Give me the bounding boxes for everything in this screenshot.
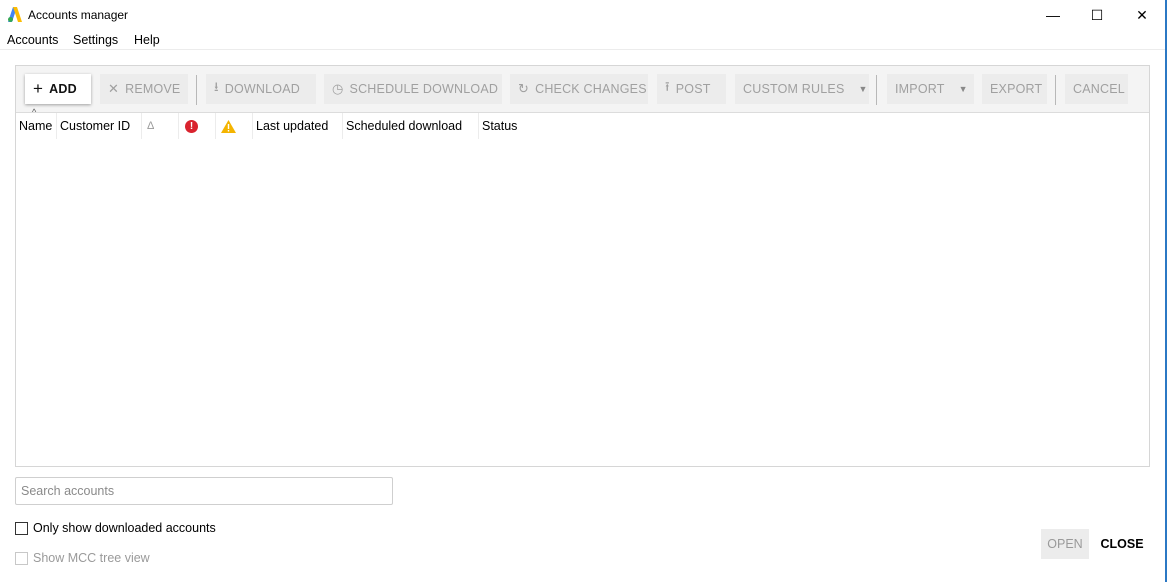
accounts-manager-window: Accounts manager — ☐ ✕ Accounts Settings…: [0, 0, 1167, 582]
mcc-tree-checkbox: [15, 551, 28, 565]
post-label: POST: [675, 82, 711, 96]
search-input[interactable]: [15, 477, 393, 505]
export-label: EXPORT: [990, 82, 1043, 96]
delta-icon: Δ: [147, 120, 155, 132]
clock-icon: ◷: [332, 81, 344, 96]
column-errors[interactable]: !: [179, 113, 216, 139]
custom-rules-button[interactable]: CUSTOM RULES ▼: [735, 74, 869, 104]
cancel-label: CANCEL: [1073, 82, 1125, 96]
accounts-table-body[interactable]: [16, 139, 1149, 466]
table-header: ^ Name Customer ID Δ ! Last updated Sche…: [16, 107, 1149, 139]
download-button[interactable]: ⭳ DOWNLOAD: [206, 74, 316, 104]
add-button[interactable]: + ADD: [25, 74, 91, 104]
import-label: IMPORT: [895, 82, 945, 96]
menu-settings[interactable]: Settings: [73, 33, 118, 47]
menu-help[interactable]: Help: [134, 33, 160, 47]
download-label: DOWNLOAD: [224, 82, 300, 96]
remove-label: REMOVE: [125, 82, 181, 96]
minimize-button[interactable]: —: [1030, 0, 1076, 30]
toolbar-separator: [1055, 75, 1056, 105]
check-changes-label: CHECK CHANGES: [535, 82, 647, 96]
upload-icon: ⭱: [665, 79, 670, 94]
maximize-button[interactable]: ☐: [1074, 0, 1120, 30]
close-button[interactable]: CLOSE: [1095, 529, 1149, 559]
post-button[interactable]: ⭱ POST: [657, 74, 726, 104]
accounts-panel: + ADD ✕ REMOVE ⭳ DOWNLOAD ◷ SCHEDULE DOW…: [15, 65, 1150, 467]
title-bar: Accounts manager — ☐ ✕: [0, 0, 1165, 30]
plus-icon: +: [33, 79, 44, 98]
error-icon: !: [185, 119, 198, 133]
maximize-icon: ☐: [1090, 6, 1104, 23]
minimize-icon: —: [1046, 7, 1060, 23]
toolbar-separator: [876, 75, 877, 105]
close-window-button[interactable]: ✕: [1119, 0, 1165, 30]
export-button[interactable]: EXPORT: [982, 74, 1047, 104]
window-title: Accounts manager: [28, 8, 129, 22]
cancel-button[interactable]: CANCEL: [1065, 74, 1128, 104]
column-name[interactable]: ^ Name: [16, 107, 57, 139]
column-label: Customer ID: [60, 119, 131, 133]
menu-accounts[interactable]: Accounts: [7, 33, 58, 47]
column-label: Last updated: [256, 119, 329, 133]
menu-bar: Accounts Settings Help: [0, 30, 1165, 50]
column-label: Name: [19, 119, 53, 133]
chevron-down-icon: ▼: [958, 84, 968, 94]
column-label: Scheduled download: [346, 119, 463, 133]
custom-rules-label: CUSTOM RULES: [743, 82, 845, 96]
column-scheduled-download[interactable]: Scheduled download: [343, 113, 479, 139]
only-downloaded-checkbox[interactable]: [15, 521, 28, 535]
only-downloaded-checkbox-row[interactable]: Only show downloaded accounts: [15, 521, 216, 535]
schedule-download-button[interactable]: ◷ SCHEDULE DOWNLOAD: [324, 74, 502, 104]
schedule-download-label: SCHEDULE DOWNLOAD: [349, 82, 499, 96]
sort-ascending-icon: ^: [32, 107, 37, 117]
close-icon: ✕: [1136, 6, 1148, 23]
column-changes[interactable]: Δ: [142, 113, 179, 139]
app-logo-icon: [8, 7, 22, 22]
column-last-updated[interactable]: Last updated: [253, 113, 343, 139]
mcc-tree-label: Show MCC tree view: [33, 551, 150, 565]
toolbar-separator: [196, 75, 197, 105]
only-downloaded-label: Only show downloaded accounts: [33, 521, 216, 535]
chevron-down-icon: ▼: [858, 84, 868, 94]
check-changes-button[interactable]: ↻ CHECK CHANGES: [510, 74, 648, 104]
download-icon: ⭳: [214, 79, 219, 94]
refresh-icon: ↻: [518, 81, 530, 96]
toolbar: + ADD ✕ REMOVE ⭳ DOWNLOAD ◷ SCHEDULE DOW…: [16, 66, 1149, 113]
x-icon: ✕: [108, 81, 120, 96]
column-status[interactable]: Status: [479, 113, 559, 139]
column-customer-id[interactable]: Customer ID: [57, 113, 142, 139]
mcc-tree-checkbox-row: Show MCC tree view: [15, 551, 150, 565]
import-button[interactable]: IMPORT ▼: [887, 74, 974, 104]
warning-icon: [221, 119, 236, 133]
remove-button[interactable]: ✕ REMOVE: [100, 74, 188, 104]
add-label: ADD: [49, 82, 77, 96]
column-warnings[interactable]: [216, 113, 253, 139]
column-label: Status: [482, 119, 518, 133]
open-button[interactable]: OPEN: [1041, 529, 1089, 559]
